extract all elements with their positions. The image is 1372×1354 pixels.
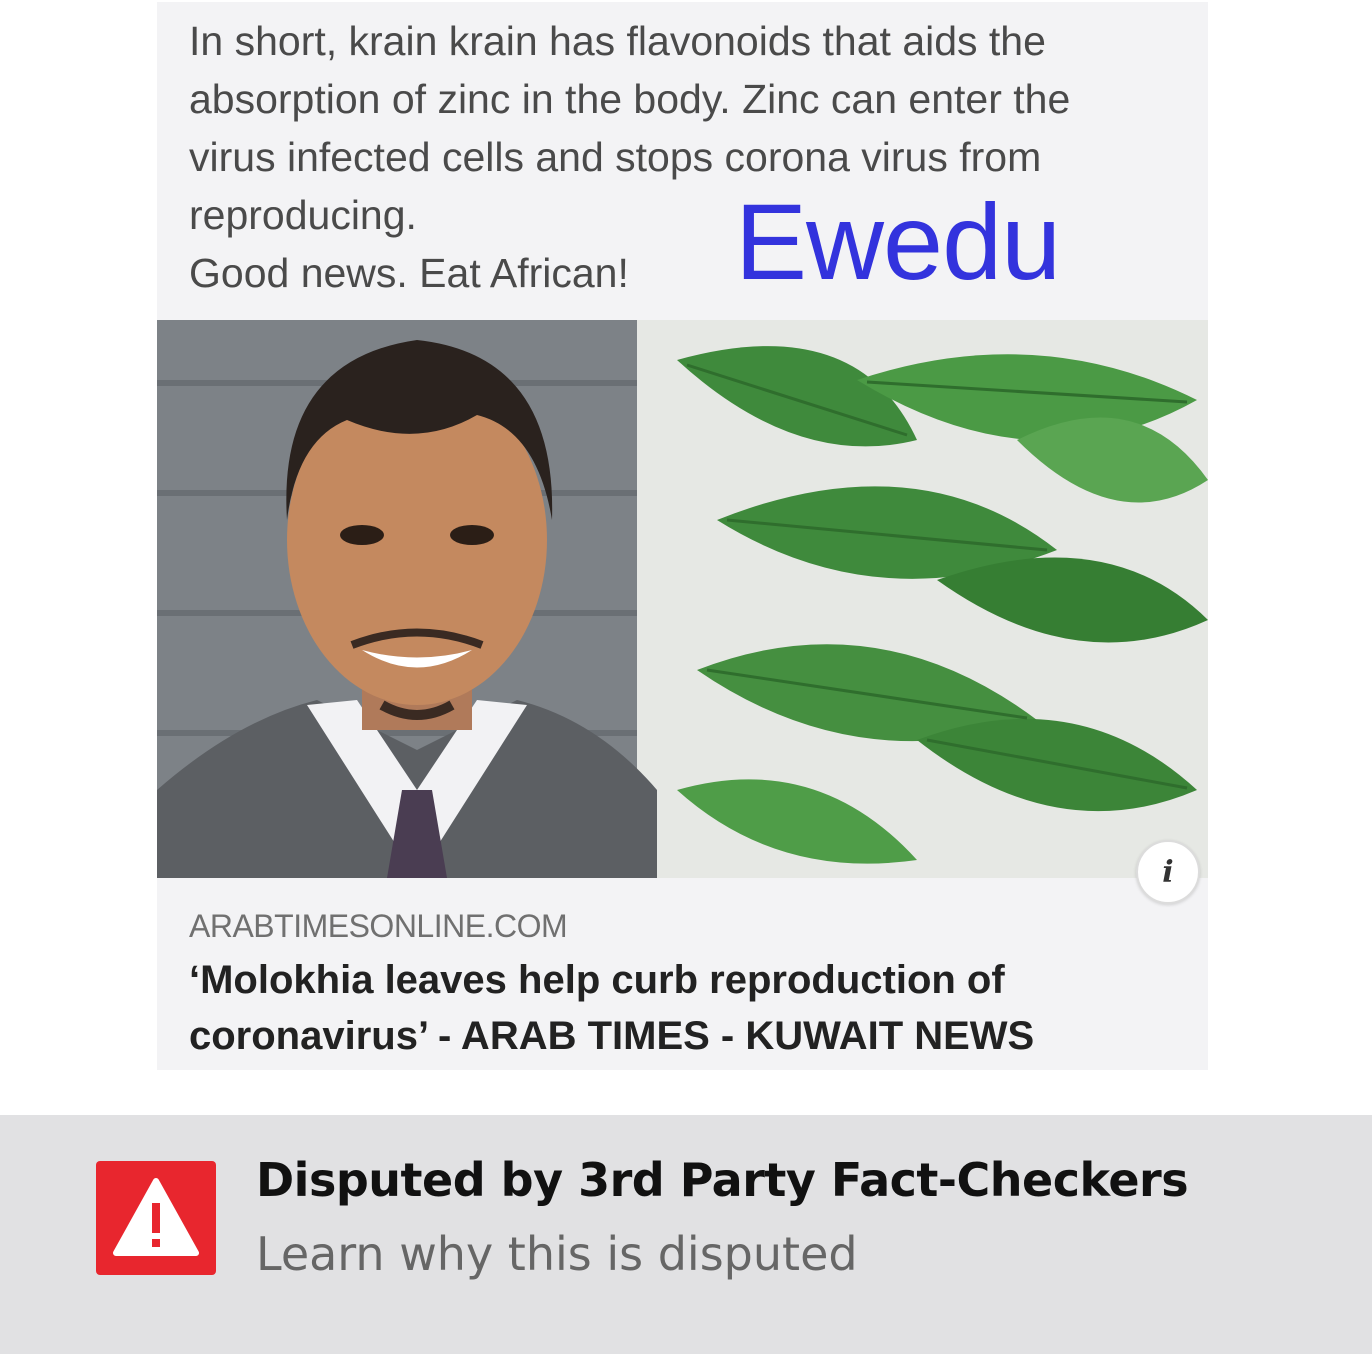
warning-icon <box>96 1161 216 1275</box>
link-preview-image[interactable] <box>157 320 1208 878</box>
post-text-line: In short, krain krain has flavonoids tha… <box>189 18 1046 64</box>
link-title-line[interactable]: coronavirus’ - ARAB TIMES - KUWAIT NEWS <box>189 1008 1189 1064</box>
overlay-word: Ewedu <box>735 181 1061 302</box>
dispute-banner[interactable]: Disputed by 3rd Party Fact-Checkers Lear… <box>0 1115 1372 1354</box>
dispute-title: Disputed by 3rd Party Fact-Checkers <box>256 1153 1189 1207</box>
info-icon[interactable]: i <box>1136 840 1200 904</box>
preview-image-graphic <box>157 320 1208 878</box>
link-title-line[interactable]: ‘Molokhia leaves help curb reproduction … <box>189 952 1189 1008</box>
learn-why-link[interactable]: Learn why this is disputed <box>256 1227 858 1281</box>
post-text-line: virus infected cells and stops corona vi… <box>189 134 1042 180</box>
link-title[interactable]: ‘Molokhia leaves help curb reproduction … <box>189 952 1189 1064</box>
post-text-line: absorption of zinc in the body. Zinc can… <box>189 76 1071 122</box>
link-domain: ARABTIMESONLINE.COM <box>189 908 568 944</box>
post-card: In short, krain krain has flavonoids tha… <box>157 2 1208 1070</box>
